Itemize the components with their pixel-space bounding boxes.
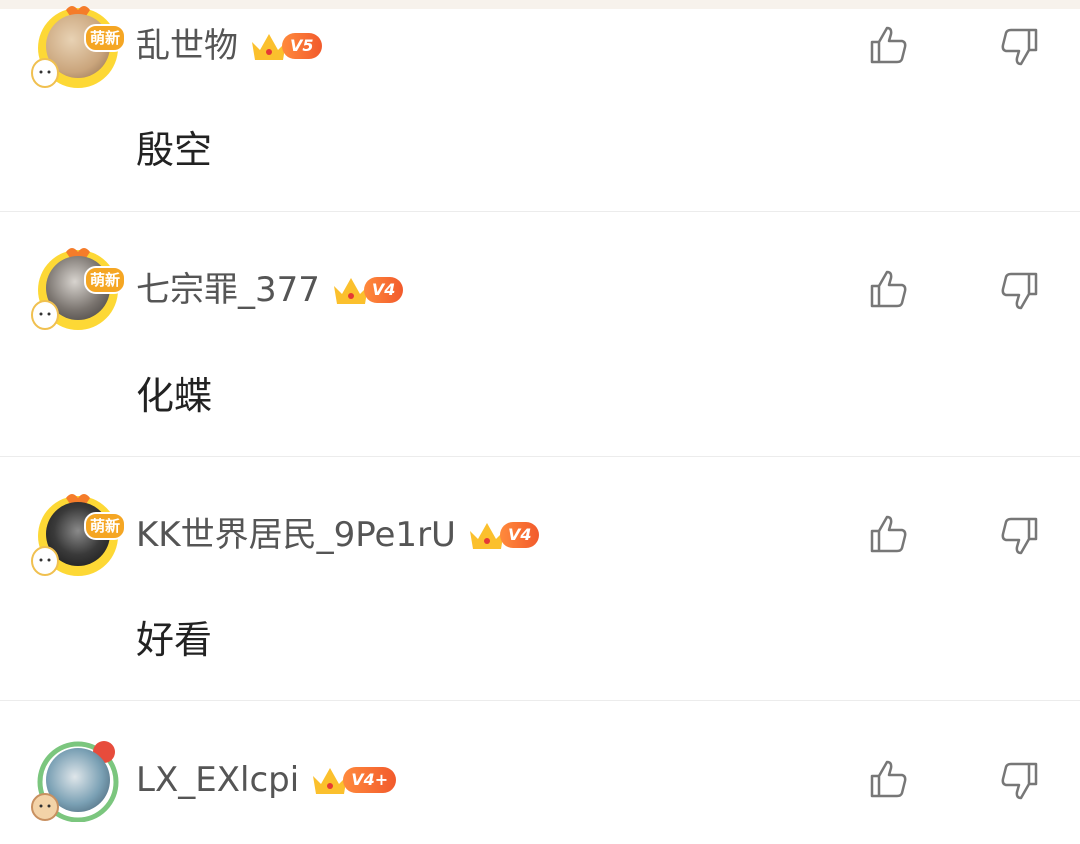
username[interactable]: 七宗罪_377 (136, 270, 320, 310)
thumbs-up-icon[interactable] (866, 268, 910, 312)
egg-icon (31, 58, 59, 88)
avatar[interactable]: 萌新 (30, 0, 126, 92)
newbie-badge: 萌新 (84, 266, 126, 294)
newbie-badge: 萌新 (84, 24, 126, 52)
level-badge: V5 (282, 33, 322, 59)
newbie-badge: 萌新 (84, 512, 126, 540)
thumbs-up-icon[interactable] (866, 513, 910, 557)
thumbs-up-icon[interactable] (866, 758, 910, 802)
name-row: KK世界居民_9Pe1rU V4 (136, 515, 540, 555)
thumbs-down-icon[interactable] (998, 24, 1042, 68)
egg-icon (31, 300, 59, 330)
name-row: LX_EXlcpi V4+ (136, 760, 397, 800)
thumbs-down-icon[interactable] (998, 758, 1042, 802)
thumbs-up-icon[interactable] (866, 24, 910, 68)
level-badge: V4 (499, 522, 540, 548)
egg-icon (31, 546, 59, 576)
divider (0, 456, 1080, 457)
comment-text: 殷空 (136, 128, 213, 172)
comment-text: 好看 (136, 618, 213, 662)
avatar[interactable]: 萌新 (30, 242, 126, 334)
thumbs-down-icon[interactable] (998, 513, 1042, 557)
username[interactable]: KK世界居民_9Pe1rU (136, 515, 456, 555)
username[interactable]: LX_EXlcpi (136, 760, 299, 800)
cartoon-face-icon (31, 793, 59, 821)
username[interactable]: 乱世物 (136, 26, 238, 66)
top-strip (0, 0, 1080, 9)
name-row: 七宗罪_377 V4 (136, 270, 404, 310)
comment-text: 化蝶 (136, 374, 213, 418)
thumbs-down-icon[interactable] (998, 268, 1042, 312)
avatar[interactable]: 萌新 (30, 488, 126, 580)
avatar[interactable] (30, 734, 126, 826)
divider (0, 211, 1080, 212)
name-row: 乱世物 V5 (136, 26, 322, 66)
level-badge: V4 (363, 277, 404, 303)
level-badge: V4+ (343, 767, 397, 793)
divider (0, 700, 1080, 701)
